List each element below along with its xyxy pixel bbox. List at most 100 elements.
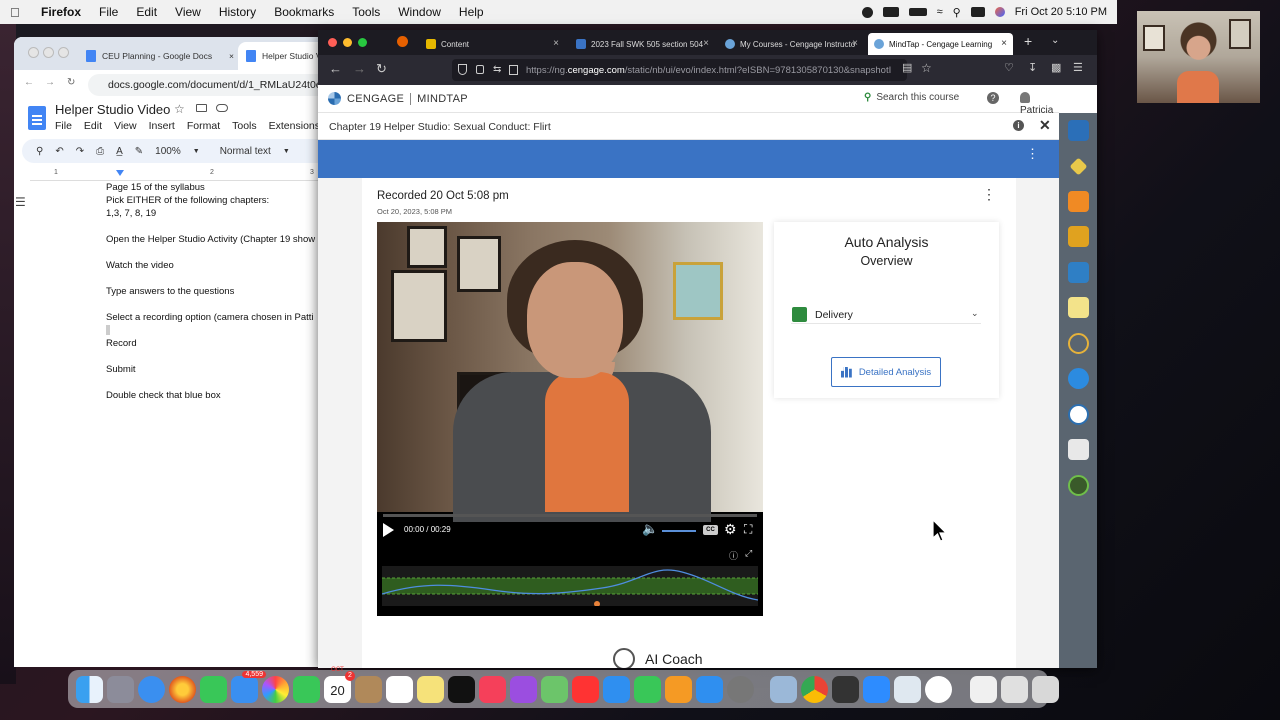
forward-icon[interactable]: → [45, 77, 55, 88]
document-body[interactable]: Page 15 of the syllabus Pick EITHER of t… [106, 181, 334, 661]
volume-icon[interactable]: 🔈 [642, 521, 658, 537]
info-icon[interactable]: ⓘ [729, 549, 738, 562]
docs-menu-tools[interactable]: Tools [232, 120, 257, 132]
apple-icon[interactable]:  [10, 5, 32, 20]
tab-close-icon[interactable]: × [1001, 38, 1007, 49]
outline-toggle-icon[interactable]: ☰ [15, 195, 26, 209]
docs-menu-format[interactable]: Format [187, 120, 220, 132]
app-store-icon[interactable] [696, 675, 723, 703]
window-zoom-button[interactable] [358, 38, 367, 47]
wifi-icon[interactable]: ≈ [937, 6, 943, 18]
mail-icon[interactable]: 4,559 [231, 670, 266, 703]
tab-my-courses[interactable]: My Courses - Cengage Instructo × [719, 33, 864, 55]
delivery-accordion[interactable]: Delivery ⌄ [791, 302, 981, 324]
docs-menu-file[interactable]: File [55, 120, 72, 132]
redo-icon[interactable]: ↷ [76, 146, 84, 157]
zoom-icon[interactable] [863, 675, 890, 703]
cengage-logo[interactable]: CENGAGE MINDTAP [328, 92, 468, 105]
window-minimize-button[interactable] [43, 47, 54, 58]
briefcase-icon[interactable] [1068, 120, 1089, 141]
news-icon[interactable] [572, 675, 599, 703]
firefox-icon[interactable] [169, 675, 196, 703]
book-icon[interactable] [1068, 262, 1089, 283]
launchpad-icon[interactable] [107, 675, 134, 703]
back-icon[interactable]: ← [24, 77, 34, 88]
paint-format-icon[interactable]: ✎ [135, 146, 143, 157]
search-icon[interactable]: ⚲ [953, 6, 961, 19]
window-close-button[interactable] [28, 47, 39, 58]
keynote-icon[interactable] [603, 675, 630, 703]
expand-icon[interactable]: ⤢ [745, 548, 752, 559]
control-center-icon[interactable] [970, 7, 985, 17]
tab-mindtap[interactable]: MindTap - Cengage Learning × [868, 33, 1013, 55]
tab-swk-505[interactable]: 2023 Fall SWK 505 section 504 × [570, 33, 715, 55]
undo-icon[interactable]: ↶ [55, 146, 63, 157]
safari-icon[interactable] [138, 675, 165, 703]
close-activity-icon[interactable]: ✕ [1039, 117, 1051, 134]
password-manager-icon[interactable] [925, 675, 952, 703]
style-select[interactable]: Normal text [220, 146, 271, 157]
maps-icon[interactable] [541, 675, 568, 703]
tab-ceu-planning[interactable]: CEU Planning - Google Docs × [78, 42, 238, 70]
trash-icon[interactable] [1032, 675, 1059, 703]
spellcheck-icon[interactable]: A̲ [116, 146, 123, 157]
users-icon[interactable] [882, 7, 899, 17]
photos-icon[interactable] [262, 675, 289, 703]
downloads-stack-icon[interactable] [970, 675, 997, 703]
apple-tv-icon[interactable] [448, 675, 475, 703]
indent-marker-icon[interactable] [116, 170, 124, 176]
play-icon[interactable] [383, 523, 394, 537]
documents-stack-icon[interactable] [1001, 675, 1028, 703]
docs-menu-edit[interactable]: Edit [84, 120, 102, 132]
battery-icon[interactable] [908, 8, 927, 16]
tab-close-icon[interactable]: × [703, 38, 709, 49]
pocket-icon[interactable]: ♡ [1004, 61, 1014, 74]
kaltura-icon[interactable] [1068, 368, 1089, 389]
menu-window[interactable]: Window [389, 5, 450, 19]
reader-view-icon[interactable]: ▤ [902, 61, 912, 74]
star-icon[interactable]: ☆ [174, 102, 185, 116]
menu-history[interactable]: History [210, 5, 265, 19]
window-zoom-button[interactable] [58, 47, 69, 58]
forward-icon[interactable]: → [353, 61, 366, 76]
menu-view[interactable]: View [166, 5, 210, 19]
calendar-icon[interactable]: 20 OCT 2 [324, 667, 355, 703]
notes-icon[interactable] [417, 675, 444, 703]
screen-recorder-icon[interactable] [894, 675, 921, 703]
calculator-icon[interactable] [832, 675, 859, 703]
permissions-icon[interactable]: ⇆ [493, 64, 501, 75]
downloads-icon[interactable]: ↧ [1028, 61, 1037, 74]
contacts-icon[interactable] [355, 675, 382, 703]
info-icon[interactable]: i [1013, 120, 1024, 131]
window-close-button[interactable] [328, 38, 337, 47]
docs-menu-insert[interactable]: Insert [149, 120, 175, 132]
waveform-graph[interactable] [382, 566, 758, 606]
back-icon[interactable]: ← [329, 61, 342, 76]
reload-icon[interactable]: ↻ [67, 77, 75, 88]
extensions-icon[interactable]: ▩ [1051, 61, 1061, 74]
more-options-icon[interactable]: ⋮ [1026, 147, 1039, 160]
menu-help[interactable]: Help [450, 5, 493, 19]
video-frame[interactable] [377, 222, 763, 522]
docs-url-field[interactable]: docs.google.com/document/d/1_RMLaU24t0e7… [88, 74, 334, 96]
preview-icon[interactable] [770, 675, 797, 703]
menubar-clock[interactable]: Fri Oct 20 5:10 PM [1015, 6, 1107, 18]
menu-app-name[interactable]: Firefox [32, 5, 90, 19]
messages-icon[interactable] [200, 675, 227, 703]
tab-close-icon[interactable]: × [229, 51, 234, 61]
cnow-icon[interactable] [1068, 404, 1089, 425]
firefox-view-icon[interactable] [397, 36, 408, 47]
system-settings-icon[interactable] [727, 675, 754, 703]
video-player[interactable]: 00:00 / 00:29 🔈 CC ⚙ ⛶ ⓘ ⤢ [377, 222, 763, 616]
gear-icon[interactable]: ⚙ [724, 521, 737, 538]
chrome-icon[interactable] [801, 675, 828, 703]
folder-icon[interactable] [1068, 439, 1089, 460]
tab-list-icon[interactable]: ⌄ [1051, 35, 1059, 46]
notes-icon[interactable] [1068, 297, 1089, 318]
dictionary-icon[interactable] [1068, 226, 1089, 247]
fullscreen-icon[interactable]: ⛶ [744, 522, 752, 537]
chevron-down-icon[interactable]: ⌄ [971, 308, 979, 319]
finder-icon[interactable] [76, 675, 103, 703]
accessibility-icon[interactable] [861, 6, 873, 18]
lock-icon[interactable] [476, 65, 484, 74]
